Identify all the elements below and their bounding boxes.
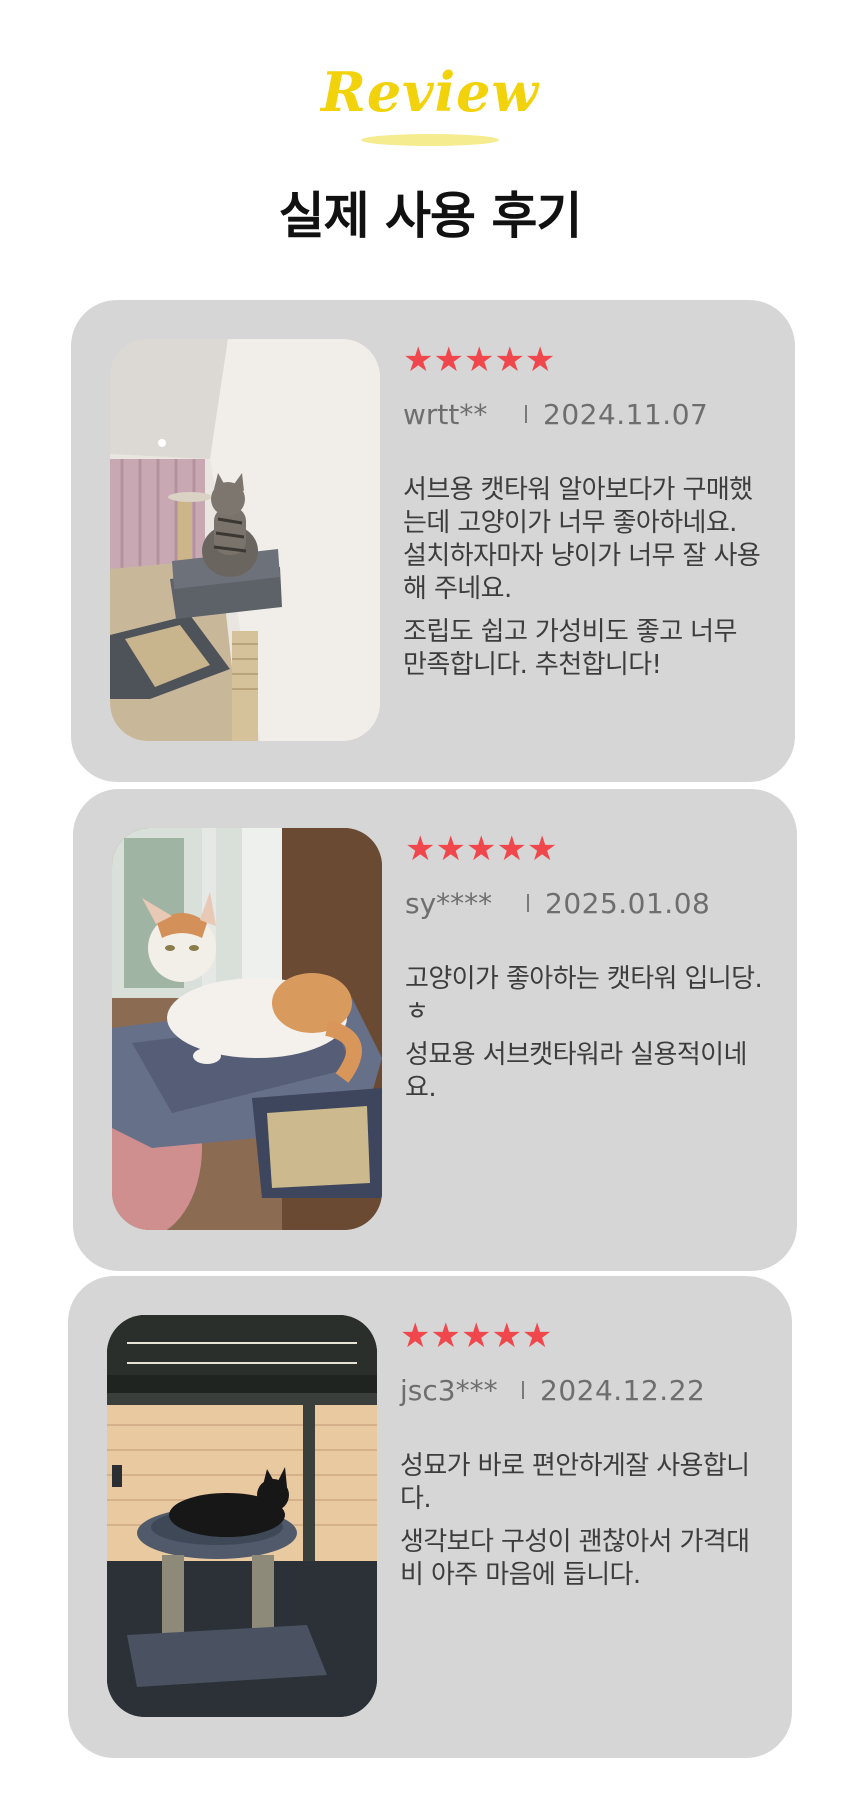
review-photo[interactable] <box>110 339 380 741</box>
dark-cat-silhouette-on-cat-tower-photo <box>107 1315 377 1717</box>
review-meta: jsc3*** 2024.12.22 <box>400 1370 760 1410</box>
review-info: ★★★★★ jsc3*** 2024.12.22 성묘가 바로 편안하게잘 사용… <box>400 1316 760 1602</box>
review-info: ★★★★★ wrtt** 2024.11.07 서브용 캣타워 알아보다가 구매… <box>403 340 763 692</box>
review-paragraph: 조립도 쉽고 가성비도 좋고 너무 만족합니다. 추천합니다! <box>403 617 737 680</box>
review-paragraph: 고양이가 좋아하는 캣타워 입니당.ㅎ <box>405 964 763 1027</box>
review-body: 고양이가 좋아하는 캣타워 입니당.ㅎ 성묘용 서브캣타워라 실용적이네요. <box>405 963 765 1105</box>
review-card: ★★★★★ wrtt** 2024.11.07 서브용 캣타워 알아보다가 구매… <box>71 300 795 782</box>
review-card: ★★★★★ sy**** 2025.01.08 고양이가 좋아하는 캣타워 입니… <box>73 789 797 1271</box>
review-body: 서브용 캣타워 알아보다가 구매했는데 고양이가 너무 좋아하네요. 설치하자마… <box>403 474 763 682</box>
star-rating: ★★★★★ <box>405 829 558 869</box>
orange-white-cat-lying-on-cat-tower-photo <box>112 828 382 1230</box>
meta-divider <box>522 1381 524 1399</box>
tabby-cat-on-cat-tower-photo <box>110 339 380 741</box>
review-photo[interactable] <box>112 828 382 1230</box>
star-rating: ★★★★★ <box>400 1316 553 1356</box>
review-header: Review 실제 사용 후기 <box>0 0 860 260</box>
review-date: 2025.01.08 <box>545 886 711 920</box>
review-meta: sy**** 2025.01.08 <box>405 883 765 923</box>
page-title: 실제 사용 후기 <box>278 187 583 245</box>
review-eyebrow: Review <box>321 60 539 124</box>
review-meta: wrtt** 2024.11.07 <box>403 394 763 434</box>
review-paragraph: 서브용 캣타워 알아보다가 구매했는데 고양이가 너무 좋아하네요. 설치하자마… <box>403 475 761 604</box>
eyebrow-underline <box>361 134 499 146</box>
star-rating: ★★★★★ <box>403 340 556 380</box>
reviewer-name: sy**** <box>405 886 493 920</box>
meta-divider <box>525 405 527 423</box>
review-photo[interactable] <box>107 1315 377 1717</box>
review-card: ★★★★★ jsc3*** 2024.12.22 성묘가 바로 편안하게잘 사용… <box>68 1276 792 1758</box>
meta-divider <box>527 894 529 912</box>
review-date: 2024.11.07 <box>543 397 709 431</box>
review-info: ★★★★★ sy**** 2025.01.08 고양이가 좋아하는 캣타워 입니… <box>405 829 765 1115</box>
review-paragraph: 성묘용 서브캣타워라 실용적이네요. <box>405 1040 747 1103</box>
reviewer-name: jsc3*** <box>400 1373 498 1407</box>
review-body: 성묘가 바로 편안하게잘 사용합니다. 생각보다 구성이 괜찮아서 가격대비 아… <box>400 1450 760 1592</box>
review-date: 2024.12.22 <box>540 1373 706 1407</box>
review-paragraph: 생각보다 구성이 괜찮아서 가격대비 아주 마음에 듭니다. <box>400 1527 750 1590</box>
reviewer-name: wrtt** <box>403 397 488 431</box>
review-paragraph: 성묘가 바로 편안하게잘 사용합니다. <box>400 1451 750 1514</box>
